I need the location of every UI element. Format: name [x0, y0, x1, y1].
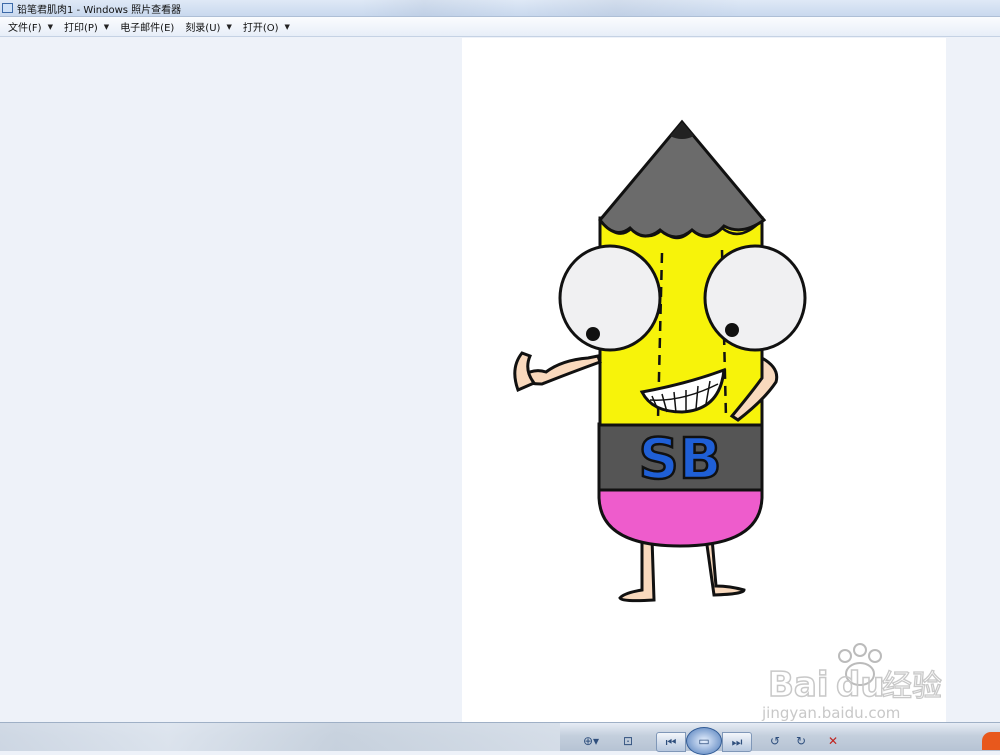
menu-email-label: 电子邮件(E)	[120, 23, 175, 34]
menu-file[interactable]: 文件(F) ▼	[4, 18, 57, 36]
actual-size-icon[interactable]: ⊡	[618, 732, 638, 750]
chevron-down-icon: ▼	[47, 22, 53, 31]
photo-viewer-app-icon	[2, 3, 13, 13]
taskbar-blur	[0, 723, 560, 751]
watermark-url: jingyan.baidu.com	[761, 704, 900, 722]
menu-email[interactable]: 电子邮件(E)	[116, 18, 178, 36]
menu-open-label: 打开(O)	[242, 23, 279, 34]
slideshow-icon[interactable]: ▭	[686, 727, 722, 755]
zoom-icon[interactable]: ⊕▾	[578, 732, 604, 750]
previous-icon[interactable]: ⏮	[656, 732, 686, 752]
menu-print[interactable]: 打印(P) ▼	[60, 18, 113, 36]
watermark-suffix: 经验	[882, 669, 942, 704]
watermark-brand: Bai	[768, 665, 829, 705]
rotate-left-icon[interactable]: ↺	[766, 732, 784, 750]
viewer-toolbar: ⊕▾ ⊡ ⏮ ▭ ⏭ ↺ ↻ ✕	[0, 722, 1000, 755]
next-icon[interactable]: ⏭	[722, 732, 752, 752]
pencil-character-illustration: SB	[513, 119, 807, 603]
displayed-image: SB	[462, 38, 946, 722]
chevron-down-icon: ▼	[103, 22, 110, 31]
menu-file-label: 文件(F)	[8, 23, 42, 34]
menu-burn[interactable]: 刻录(U) ▼	[181, 18, 236, 36]
left-leg	[618, 536, 656, 603]
watermark-brand-du: du	[836, 665, 885, 705]
right-eye	[703, 244, 807, 352]
right-leg	[704, 536, 746, 597]
badge-text: SB	[638, 427, 721, 492]
chevron-down-icon: ▼	[284, 22, 290, 31]
window-title-bar: 铅笔君肌肉1 - Windows 照片查看器	[0, 0, 1000, 17]
pencil-tip	[598, 119, 767, 239]
baidu-jingyan-watermark: Bai du 经验 jingyan.baidu.com	[761, 643, 943, 722]
titlebar-glass	[360, 0, 1000, 16]
chevron-down-icon: ▼	[226, 22, 232, 31]
delete-icon[interactable]: ✕	[824, 732, 842, 750]
menu-print-label: 打印(P)	[63, 23, 98, 34]
flexing-arm	[520, 354, 602, 386]
window-title: 铅笔君肌肉1 - Windows 照片查看器	[17, 4, 182, 16]
menu-burn-label: 刻录(U)	[185, 23, 221, 34]
tray-app-icon[interactable]	[982, 732, 1000, 750]
left-eye	[558, 244, 662, 352]
menu-open[interactable]: 打开(O) ▼	[239, 18, 294, 36]
image-viewport[interactable]: SB Bai du 经验 jingyan.baidu.com	[0, 38, 1000, 722]
rotate-right-icon[interactable]: ↻	[792, 732, 810, 750]
eraser	[597, 486, 764, 548]
menu-bar: 文件(F) ▼ 打印(P) ▼ 电子邮件(E) 刻录(U) ▼ 打开(O) ▼	[0, 17, 1000, 37]
